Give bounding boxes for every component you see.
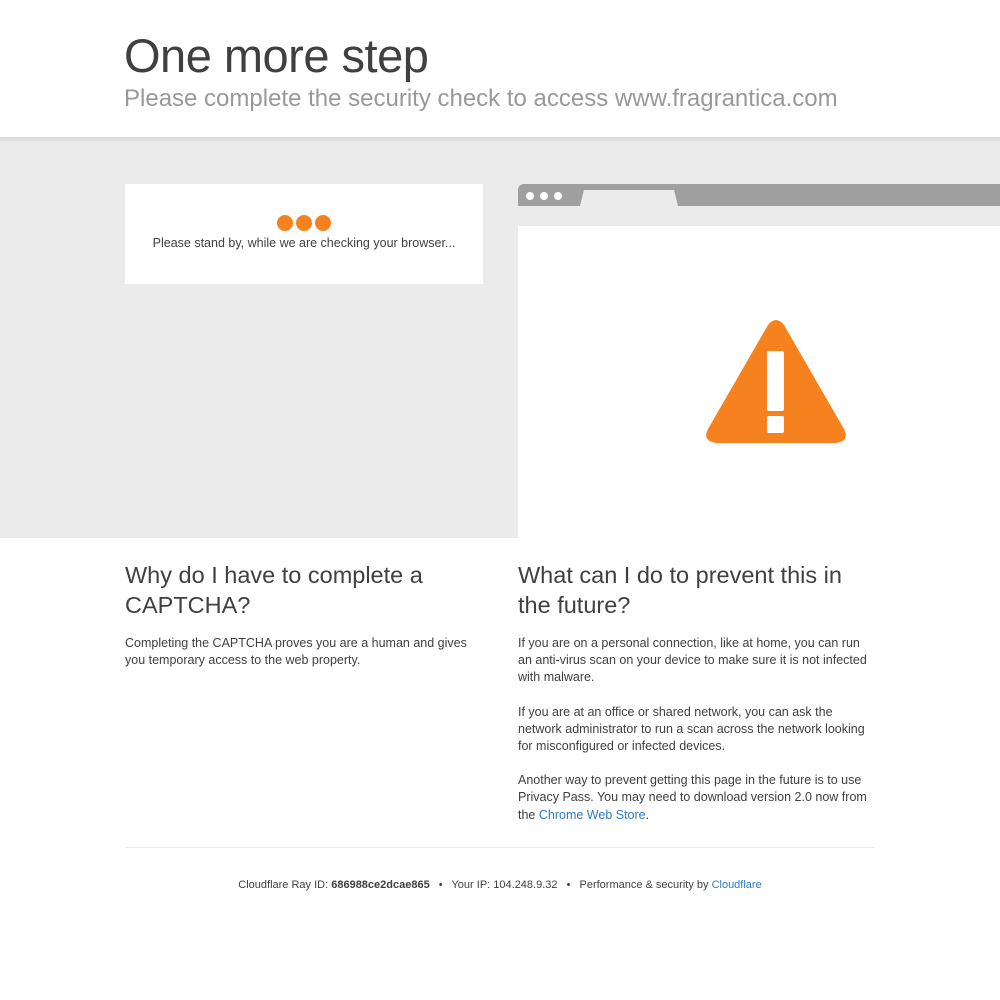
page-subtitle: Please complete the security check to ac… [124, 85, 838, 112]
window-dot-icon [540, 192, 548, 200]
browser-toolbar [518, 184, 1000, 206]
why-captcha-section: Why do I have to complete a CAPTCHA? Com… [125, 560, 483, 686]
prevent-paragraph-privacy-pass: Another way to prevent getting this page… [518, 772, 876, 824]
loading-dot [277, 215, 293, 231]
standby-message: Please stand by, while we are checking y… [152, 236, 456, 250]
footer-separator: • [438, 879, 443, 891]
prevent-section: What can I do to prevent this in the fut… [518, 560, 876, 841]
cloudflare-link[interactable]: Cloudflare [712, 879, 762, 891]
ip-value: 104.248.9.32 [493, 879, 558, 891]
why-captcha-text: Completing the CAPTCHA proves you are a … [125, 636, 467, 668]
ray-id-value: 686988ce2dcae865 [331, 879, 430, 891]
window-dot-icon [526, 192, 534, 200]
loading-dots-icon [277, 215, 333, 231]
browser-illustration [518, 184, 1000, 538]
performance-label: Performance & security by [579, 879, 709, 891]
browser-tab [580, 190, 678, 206]
footer-separator: • [566, 879, 571, 891]
ray-id-label: Cloudflare Ray ID: [238, 879, 329, 891]
page-title: One more step [124, 29, 429, 82]
loading-dot [315, 215, 331, 231]
prevent-heading: What can I do to prevent this in the fut… [518, 562, 842, 618]
chrome-web-store-link[interactable]: Chrome Web Store [539, 808, 646, 822]
ip-label: Your IP: [451, 879, 491, 891]
loading-dot [296, 215, 312, 231]
page-header: One more step Please complete the securi… [0, 0, 1000, 137]
footer-divider [125, 847, 875, 848]
browser-check-box: Please stand by, while we are checking y… [125, 184, 483, 284]
footer: Cloudflare Ray ID: 686988ce2dcae865 • Yo… [0, 879, 1000, 891]
why-captcha-heading: Why do I have to complete a CAPTCHA? [125, 562, 423, 618]
window-dot-icon [554, 192, 562, 200]
warning-triangle-icon [706, 320, 846, 443]
prevent-paragraph-office: If you are at an office or shared networ… [518, 704, 865, 754]
privacy-pass-suffix: . [645, 807, 650, 822]
prevent-paragraph-personal: If you are on a personal connection, lik… [518, 636, 867, 685]
browser-content [518, 226, 1000, 538]
